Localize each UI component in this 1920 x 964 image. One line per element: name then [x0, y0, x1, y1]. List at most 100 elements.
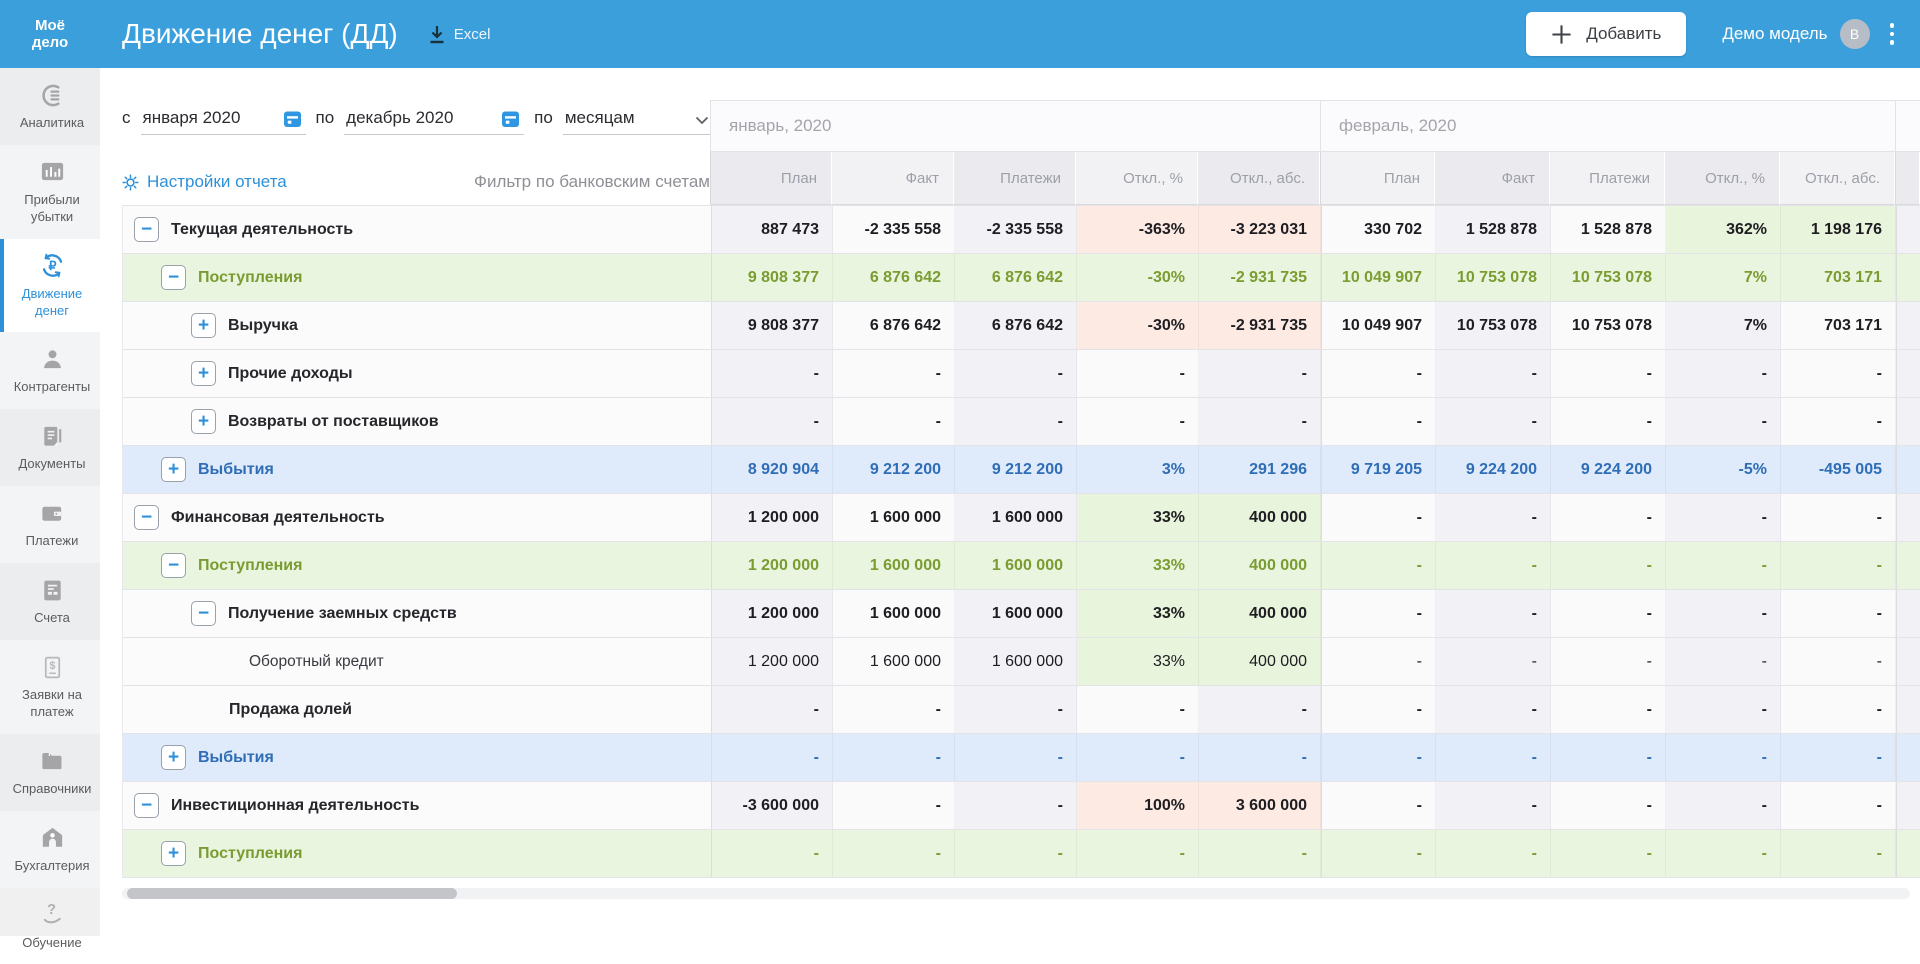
row-label-cell[interactable]: +Выручка [123, 302, 711, 349]
collapse-toggle-icon[interactable]: − [161, 553, 186, 578]
row-label-cell[interactable]: +Возвраты от поставщиков [123, 398, 711, 445]
collapse-toggle-icon[interactable]: − [191, 601, 216, 626]
cell: 3 600 000 [1199, 782, 1321, 829]
cell: - [1321, 590, 1436, 637]
cell: 10 049 907 [1321, 254, 1436, 301]
sidebar-item-accounting[interactable]: Бухгалтерия [0, 811, 100, 888]
cell-partial [1896, 734, 1920, 781]
cell: 3% [1077, 446, 1199, 493]
cell: 1 198 176 [1781, 206, 1896, 253]
row-label-cell[interactable]: −Текущая деятельность [123, 206, 711, 253]
cell: - [833, 398, 955, 445]
collapse-toggle-icon[interactable]: − [134, 217, 159, 242]
calendar-icon[interactable] [501, 109, 520, 128]
cell: - [1551, 398, 1666, 445]
cell: -30% [1077, 302, 1199, 349]
sidebar-item-label: Документы [18, 456, 85, 473]
row-label-cell[interactable]: +Выбытия [123, 734, 711, 781]
collapse-toggle-icon[interactable]: − [161, 265, 186, 290]
chevron-down-icon [695, 116, 709, 128]
sidebar-item-payments[interactable]: Платежи [0, 486, 100, 563]
cell-partial [1896, 686, 1920, 733]
period-select[interactable]: месяцам [563, 101, 713, 135]
add-button[interactable]: Добавить [1526, 12, 1686, 56]
row-label-cell[interactable]: +Прочие доходы [123, 350, 711, 397]
cell: - [1666, 590, 1781, 637]
report-settings-button[interactable]: Настройки отчета [122, 172, 287, 192]
bank-accounts-filter-button[interactable]: Фильтр по банковским счетам [474, 172, 710, 192]
sidebar-item-directories[interactable]: Справочники [0, 734, 100, 811]
sidebar-item-label: Счета [34, 610, 70, 627]
month-group-headers: январь, 2020 февраль, 2020 [710, 100, 1920, 152]
cell: 1 600 000 [955, 590, 1077, 637]
scrollbar-thumb[interactable] [127, 888, 457, 899]
cell: - [833, 734, 955, 781]
row-label-cell[interactable]: −Поступления [123, 542, 711, 589]
account-menu[interactable]: Демо модель В [1722, 19, 1869, 49]
expand-toggle-icon[interactable]: + [161, 457, 186, 482]
sidebar-item-contractors[interactable]: Контрагенты [0, 332, 100, 409]
cell-partial [1896, 542, 1920, 589]
kebab-menu-icon[interactable] [1890, 23, 1895, 45]
sidebar-item-label: Заявки на платеж [7, 687, 97, 721]
cell: - [1666, 830, 1781, 877]
cell: - [1781, 686, 1896, 733]
row-label-cell[interactable]: −Поступления [123, 254, 711, 301]
cell: - [1436, 350, 1551, 397]
table-row: −Финансовая деятельность1 200 0001 600 0… [122, 494, 1920, 542]
cell: - [833, 830, 955, 877]
sidebar-item-documents[interactable]: Документы [0, 409, 100, 486]
cell: - [1436, 830, 1551, 877]
column-header: Платежи [954, 152, 1076, 205]
cell: - [1321, 638, 1436, 685]
cell: 33% [1077, 638, 1199, 685]
column-header: Откл., абс. [1198, 152, 1320, 205]
cell: - [1666, 542, 1781, 589]
sidebar-item-cashflow[interactable]: ₽Движение денег [0, 239, 100, 333]
sidebar-item-analytics[interactable]: Аналитика [0, 68, 100, 145]
row-label-cell[interactable]: −Финансовая деятельность [123, 494, 711, 541]
expand-toggle-icon[interactable]: + [191, 409, 216, 434]
cell: 33% [1077, 494, 1199, 541]
row-label-cell[interactable]: Оборотный кредит [123, 638, 711, 685]
horizontal-scrollbar[interactable] [122, 888, 1910, 899]
cell: 9 224 200 [1436, 446, 1551, 493]
row-label-cell[interactable]: +Выбытия [123, 446, 711, 493]
table-row: +Выручка9 808 3776 876 6426 876 642-30%-… [122, 302, 1920, 350]
row-label-cell[interactable]: +Поступления [123, 830, 711, 877]
expand-toggle-icon[interactable]: + [191, 313, 216, 338]
expand-toggle-icon[interactable]: + [161, 841, 186, 866]
account-name: Демо модель [1722, 24, 1827, 44]
excel-export-button[interactable]: Excel [428, 25, 491, 44]
sidebar-item-label: Платежи [26, 533, 79, 550]
row-label-cell[interactable]: Продажа долей [123, 686, 711, 733]
app-logo[interactable]: Моё дело [0, 17, 100, 52]
cell: - [1436, 494, 1551, 541]
date-to-input[interactable]: декабрь 2020 [344, 101, 524, 135]
date-from-input[interactable]: января 2020 [141, 101, 306, 135]
cell: 1 200 000 [711, 638, 833, 685]
collapse-toggle-icon[interactable]: − [134, 793, 159, 818]
sidebar-item-education[interactable]: ?Обучение [0, 888, 100, 964]
calendar-icon[interactable] [283, 109, 302, 128]
cell: -2 335 558 [833, 206, 955, 253]
cell: 10 753 078 [1551, 302, 1666, 349]
education-icon: ? [39, 901, 66, 929]
sidebar-item-invoices[interactable]: Счета [0, 563, 100, 640]
sidebar: АналитикаПрибыли убытки₽Движение денегКо… [0, 68, 100, 936]
expand-toggle-icon[interactable]: + [191, 361, 216, 386]
cell: - [1666, 638, 1781, 685]
cell-partial [1896, 494, 1920, 541]
expand-toggle-icon[interactable]: + [161, 745, 186, 770]
sidebar-item-profit-loss[interactable]: Прибыли убытки [0, 145, 100, 239]
row-label-cell[interactable]: −Получение заемных средств [123, 590, 711, 637]
cell: 6 876 642 [955, 254, 1077, 301]
sidebar-item-payment-request[interactable]: $Заявки на платеж [0, 640, 100, 734]
row-label-cell[interactable]: −Инвестиционная деятельность [123, 782, 711, 829]
avatar[interactable]: В [1840, 19, 1870, 49]
analytics-icon [39, 81, 66, 109]
cell: 8 920 904 [711, 446, 833, 493]
cell: 400 000 [1199, 590, 1321, 637]
collapse-toggle-icon[interactable]: − [134, 505, 159, 530]
cell-partial [1896, 254, 1920, 301]
